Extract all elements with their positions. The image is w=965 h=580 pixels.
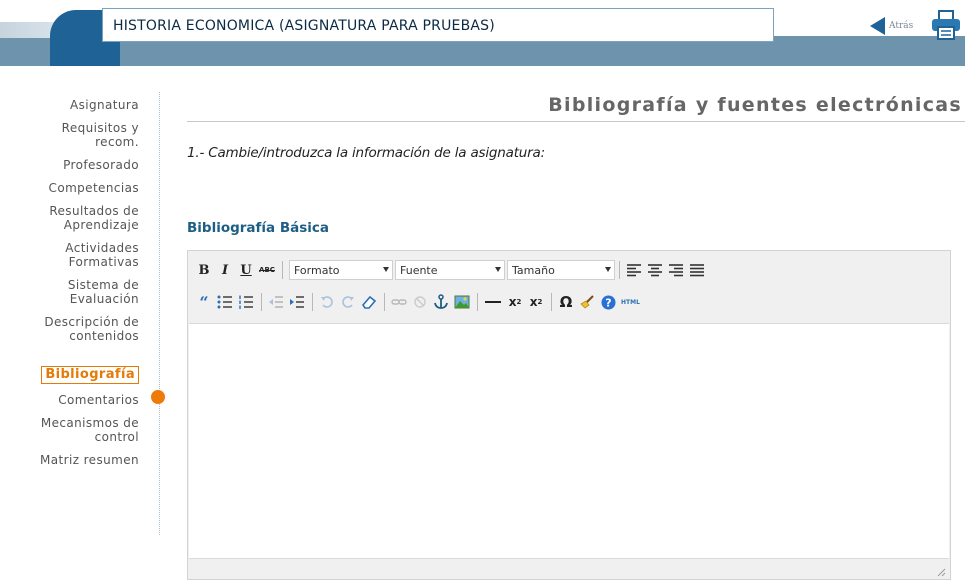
- special-char-icon[interactable]: Ω: [558, 292, 574, 312]
- align-center-icon[interactable]: [647, 260, 663, 280]
- instruction-text: 1.- Cambie/introduzca la información de …: [187, 145, 545, 161]
- size-select[interactable]: Tamaño: [507, 260, 615, 280]
- chevron-down-icon: [605, 267, 611, 272]
- sidebar-item-comentarios[interactable]: Comentarios: [0, 393, 139, 407]
- sidebar-item-bibliografia-label: Bibliografía: [41, 366, 139, 384]
- title-divider: [187, 121, 965, 122]
- rich-text-editor: B I U ABC Formato Fuente Tamaño “ x 2 x …: [187, 250, 951, 580]
- italic-button[interactable]: I: [217, 260, 233, 280]
- outdent-icon[interactable]: [268, 292, 284, 312]
- toolbar-separator: [384, 293, 385, 311]
- paste-cleanup-icon[interactable]: [579, 292, 595, 312]
- size-select-value: Tamaño: [512, 263, 555, 277]
- toolbar-separator: [477, 293, 478, 311]
- chevron-down-icon: [383, 267, 389, 272]
- svg-text:?: ?: [605, 296, 611, 309]
- font-select[interactable]: Fuente: [395, 260, 505, 280]
- align-left-icon[interactable]: [626, 260, 642, 280]
- sidebar-item-competencias[interactable]: Competencias: [0, 181, 139, 195]
- format-select-value: Formato: [294, 263, 340, 277]
- sidebar-item-requisitos[interactable]: Requisitos y recom.: [0, 121, 139, 149]
- format-select[interactable]: Formato: [289, 260, 393, 280]
- superscript-icon[interactable]: x2: [528, 292, 544, 312]
- sidebar-item-resultados[interactable]: Resultados de Aprendizaje: [0, 204, 139, 232]
- editor-content-area[interactable]: [189, 323, 949, 559]
- numbered-list-icon[interactable]: [238, 292, 254, 312]
- sidebar-item-mecanismos[interactable]: Mecanismos de control: [0, 416, 139, 444]
- editor-toolbar-row-2: “ x 2 x 2 Ω ? HTML: [196, 291, 645, 313]
- page-title: Bibliografía y fuentes electrónicas: [548, 94, 962, 116]
- back-button[interactable]: Atrás: [870, 14, 913, 38]
- sidebar-item-contenidos[interactable]: Descripción de contenidos: [0, 315, 139, 343]
- section-heading: Bibliografía Básica: [187, 220, 330, 236]
- back-label: Atrás: [889, 21, 914, 31]
- course-title: HISTORIA ECONOMICA (ASIGNATURA PARA PRUE…: [113, 18, 495, 34]
- redo-icon[interactable]: [340, 292, 356, 312]
- toolbar-separator: [282, 261, 283, 279]
- underline-button[interactable]: U: [238, 260, 254, 280]
- strikethrough-button[interactable]: ABC: [259, 260, 275, 280]
- html-source-button[interactable]: HTML: [621, 292, 640, 312]
- indent-icon[interactable]: [289, 292, 305, 312]
- resize-grip-icon[interactable]: [936, 567, 946, 577]
- sidebar-item-evaluacion[interactable]: Sistema de Evaluación: [0, 278, 139, 306]
- align-right-icon[interactable]: [668, 260, 684, 280]
- editor-toolbar-row-1: B I U ABC Formato Fuente Tamaño: [196, 259, 710, 281]
- link-icon[interactable]: [391, 292, 407, 312]
- undo-icon[interactable]: [319, 292, 335, 312]
- toolbar-separator: [312, 293, 313, 311]
- font-select-value: Fuente: [400, 263, 438, 277]
- sidebar-item-matriz[interactable]: Matriz resumen: [0, 453, 139, 467]
- subscript-icon[interactable]: x2: [507, 292, 523, 312]
- toolbar-separator: [551, 293, 552, 311]
- help-icon[interactable]: ?: [600, 292, 616, 312]
- bold-button[interactable]: B: [196, 260, 212, 280]
- eraser-icon[interactable]: [361, 292, 377, 312]
- align-justify-icon[interactable]: [689, 260, 705, 280]
- back-arrow-icon: [870, 17, 885, 35]
- sidebar-divider: [159, 92, 160, 535]
- sidebar-item-bibliografia[interactable]: Bibliografía: [0, 352, 139, 384]
- chevron-down-icon: [495, 267, 501, 272]
- sidebar-item-actividades[interactable]: Actividades Formativas: [0, 241, 139, 269]
- active-indicator-dot: [151, 390, 165, 404]
- anchor-icon[interactable]: [433, 292, 449, 312]
- sidebar-nav: Asignatura Requisitos y recom. Profesora…: [0, 98, 139, 476]
- sidebar-item-profesorado[interactable]: Profesorado: [0, 158, 139, 172]
- toolbar-separator: [619, 261, 620, 279]
- blockquote-icon[interactable]: “: [196, 292, 212, 312]
- image-icon[interactable]: [454, 292, 470, 312]
- sidebar-item-asignatura[interactable]: Asignatura: [0, 98, 139, 112]
- unlink-icon[interactable]: [412, 292, 428, 312]
- course-title-box: HISTORIA ECONOMICA (ASIGNATURA PARA PRUE…: [102, 8, 774, 42]
- toolbar-separator: [261, 293, 262, 311]
- printer-icon[interactable]: [930, 10, 962, 40]
- bullet-list-icon[interactable]: [217, 292, 233, 312]
- horizontal-rule-icon[interactable]: [484, 292, 502, 312]
